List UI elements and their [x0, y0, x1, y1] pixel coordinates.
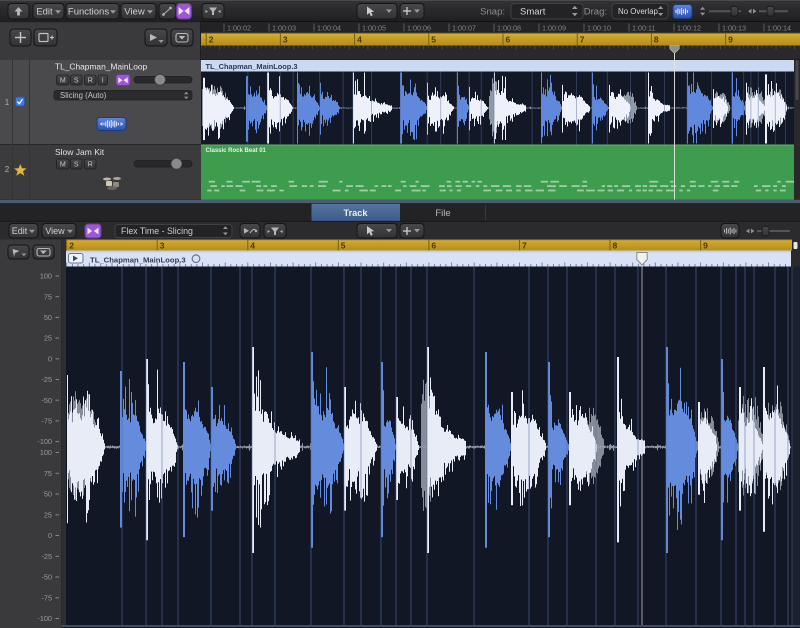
svg-text:-25: -25	[41, 375, 52, 384]
svg-text:-50: -50	[41, 396, 52, 405]
svg-text:1:00:10: 1:00:10	[587, 24, 611, 33]
svg-text:S: S	[74, 78, 79, 85]
svg-text:TL_Chapman_MainLoop.3: TL_Chapman_MainLoop.3	[206, 62, 298, 71]
svg-text:-75: -75	[41, 593, 52, 602]
svg-text:R: R	[88, 162, 93, 169]
svg-text:1:00:08: 1:00:08	[497, 24, 521, 33]
svg-text:M: M	[60, 78, 66, 85]
svg-text:9: 9	[703, 241, 708, 251]
svg-text:75: 75	[44, 292, 52, 301]
svg-text:TL_Chapman_MainLoop.3: TL_Chapman_MainLoop.3	[90, 255, 186, 264]
svg-text:25: 25	[44, 334, 52, 343]
svg-text:M: M	[60, 162, 66, 169]
svg-text:Slow Jam Kit: Slow Jam Kit	[55, 147, 105, 157]
svg-text:Track: Track	[343, 208, 368, 218]
svg-text:6: 6	[506, 35, 511, 45]
svg-text:2: 2	[5, 165, 10, 174]
svg-text:File: File	[435, 208, 450, 219]
svg-text:5: 5	[341, 241, 346, 251]
svg-text:6: 6	[431, 241, 436, 251]
svg-text:Classic Rock Beat 01: Classic Rock Beat 01	[206, 148, 267, 154]
svg-text:2: 2	[69, 241, 74, 251]
svg-text:8: 8	[613, 241, 618, 251]
svg-text:Snap:: Snap:	[480, 7, 505, 18]
svg-text:8: 8	[654, 35, 659, 45]
svg-text:3: 3	[160, 241, 165, 251]
svg-text:1:00:13: 1:00:13	[722, 24, 746, 33]
svg-text:I: I	[102, 78, 104, 85]
svg-text:Functions: Functions	[68, 7, 109, 18]
svg-text:-100: -100	[37, 437, 52, 446]
svg-text:Slicing (Auto): Slicing (Auto)	[60, 91, 107, 100]
svg-text:100: 100	[40, 448, 52, 457]
svg-text:7: 7	[580, 35, 585, 45]
svg-text:50: 50	[44, 313, 52, 322]
svg-text:75: 75	[44, 469, 52, 478]
svg-text:100: 100	[40, 272, 52, 281]
svg-text:Drag:: Drag:	[584, 7, 607, 18]
svg-text:1: 1	[5, 98, 10, 107]
svg-text:0: 0	[48, 531, 52, 540]
svg-text:1:00:11: 1:00:11	[632, 24, 655, 33]
svg-text:-100: -100	[37, 614, 52, 623]
svg-text:Edit: Edit	[12, 226, 28, 236]
svg-text:-75: -75	[41, 417, 52, 426]
svg-text:S: S	[74, 162, 79, 169]
svg-text:Edit: Edit	[36, 7, 53, 18]
svg-text:Smart: Smart	[520, 7, 546, 18]
svg-text:View: View	[124, 7, 145, 18]
svg-text:No Overlap: No Overlap	[618, 7, 659, 16]
svg-text:-50: -50	[41, 573, 52, 582]
svg-text:50: 50	[44, 490, 52, 499]
svg-text:Flex Time - Slicing: Flex Time - Slicing	[121, 226, 193, 236]
svg-text:5: 5	[431, 35, 436, 45]
svg-text:4: 4	[357, 35, 362, 45]
svg-text:0: 0	[48, 354, 52, 363]
svg-text:1:00:09: 1:00:09	[542, 24, 566, 33]
svg-text:1:00:02: 1:00:02	[227, 24, 251, 33]
svg-text:9: 9	[728, 35, 733, 45]
svg-text:-25: -25	[41, 552, 52, 561]
svg-text:View: View	[45, 226, 65, 236]
svg-text:1:00:04: 1:00:04	[317, 24, 341, 33]
svg-text:1:00:06: 1:00:06	[407, 24, 431, 33]
svg-text:TL_Chapman_MainLoop: TL_Chapman_MainLoop	[55, 62, 148, 72]
svg-text:1:00:14: 1:00:14	[767, 24, 791, 33]
svg-text:1:00:05: 1:00:05	[362, 24, 386, 33]
svg-text:2: 2	[209, 35, 214, 45]
svg-text:3: 3	[283, 35, 288, 45]
svg-text:R: R	[88, 78, 93, 85]
svg-text:1:00:07: 1:00:07	[452, 24, 476, 33]
svg-text:25: 25	[44, 510, 52, 519]
svg-text:1:00:12: 1:00:12	[677, 24, 701, 33]
svg-text:7: 7	[522, 241, 527, 251]
svg-text:1:00:03: 1:00:03	[272, 24, 296, 33]
svg-text:4: 4	[250, 241, 255, 251]
